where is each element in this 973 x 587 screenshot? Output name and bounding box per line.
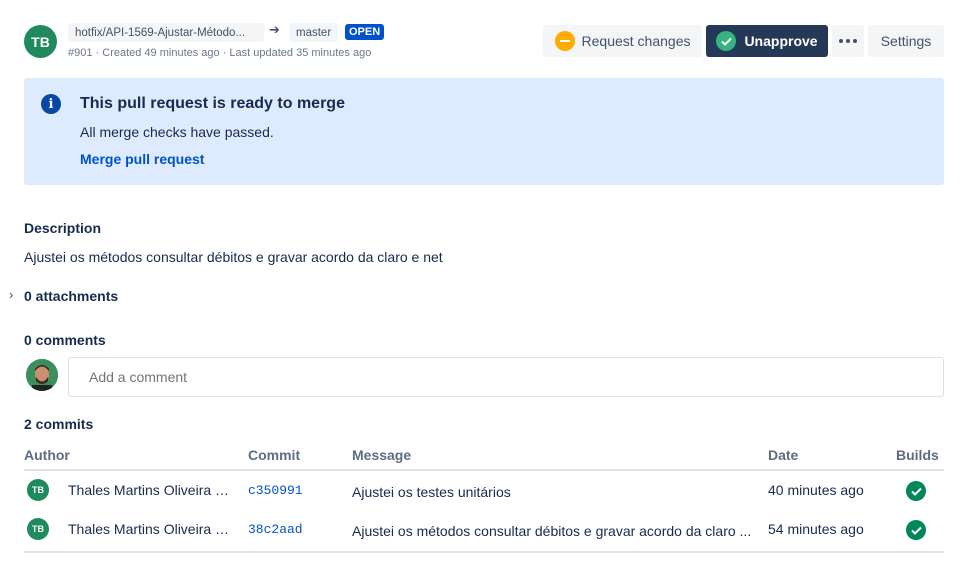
column-builds: Builds (896, 447, 939, 463)
status-badge: OPEN (345, 24, 385, 40)
more-actions-button[interactable] (832, 25, 864, 57)
merge-panel-title: This pull request is ready to merge (80, 95, 345, 112)
request-changes-icon (554, 31, 575, 51)
current-user-avatar (26, 359, 58, 391)
author-avatar[interactable]: TB (24, 25, 57, 58)
commit-date: 40 minutes ago (768, 482, 864, 498)
target-branch[interactable]: master (289, 23, 339, 42)
more-icon (839, 39, 857, 43)
merge-pull-request-link[interactable]: Merge pull request (80, 151, 204, 167)
request-changes-label: Request changes (581, 33, 691, 49)
column-date: Date (768, 447, 799, 463)
commit-message: Ajustei os métodos consultar débitos e g… (352, 523, 752, 539)
commit-author: Thales Martins Oliveira B... (68, 521, 236, 537)
table-bottom-divider (24, 551, 944, 553)
arrow-right-icon: ➔ (269, 22, 280, 37)
commit-hash-link[interactable]: 38c2aad (248, 522, 303, 537)
unapprove-label: Unapprove (744, 33, 818, 49)
source-branch-label: hotfix/API-1569-Ajustar-Método... (75, 26, 246, 39)
build-success-icon[interactable] (906, 481, 926, 501)
attachments-toggle[interactable]: 0 attachments (24, 288, 118, 304)
info-icon: i (41, 94, 61, 114)
description-heading: Description (24, 220, 102, 236)
commit-message: Ajustei os testes unitários (352, 484, 511, 500)
commit-author-avatar[interactable]: TB (27, 518, 49, 540)
commit-author-avatar[interactable]: TB (27, 479, 49, 501)
settings-button[interactable]: Settings (868, 25, 944, 57)
table-header-divider (24, 469, 944, 471)
description-text: Ajustei os métodos consultar débitos e g… (24, 249, 443, 265)
commit-date: 54 minutes ago (768, 521, 864, 537)
source-branch[interactable]: hotfix/API-1569-Ajustar-Método... (68, 23, 264, 42)
merge-panel-text: All merge checks have passed. (80, 124, 274, 140)
pr-meta: #901 · Created 49 minutes ago · Last upd… (68, 47, 372, 59)
check-icon (716, 31, 737, 51)
column-message: Message (352, 447, 412, 463)
column-author: Author (24, 447, 70, 463)
commits-heading: 2 commits (24, 416, 94, 432)
add-comment-input[interactable] (68, 357, 944, 397)
request-changes-button[interactable]: Request changes (543, 25, 702, 57)
comments-heading: 0 comments (24, 332, 106, 348)
column-commit: Commit (248, 447, 301, 463)
unapprove-button[interactable]: Unapprove (706, 25, 828, 57)
build-success-icon[interactable] (906, 520, 926, 540)
commit-author: Thales Martins Oliveira B... (68, 482, 236, 498)
chevron-right-icon[interactable]: › (9, 287, 13, 302)
commit-hash-link[interactable]: c350991 (248, 483, 303, 498)
